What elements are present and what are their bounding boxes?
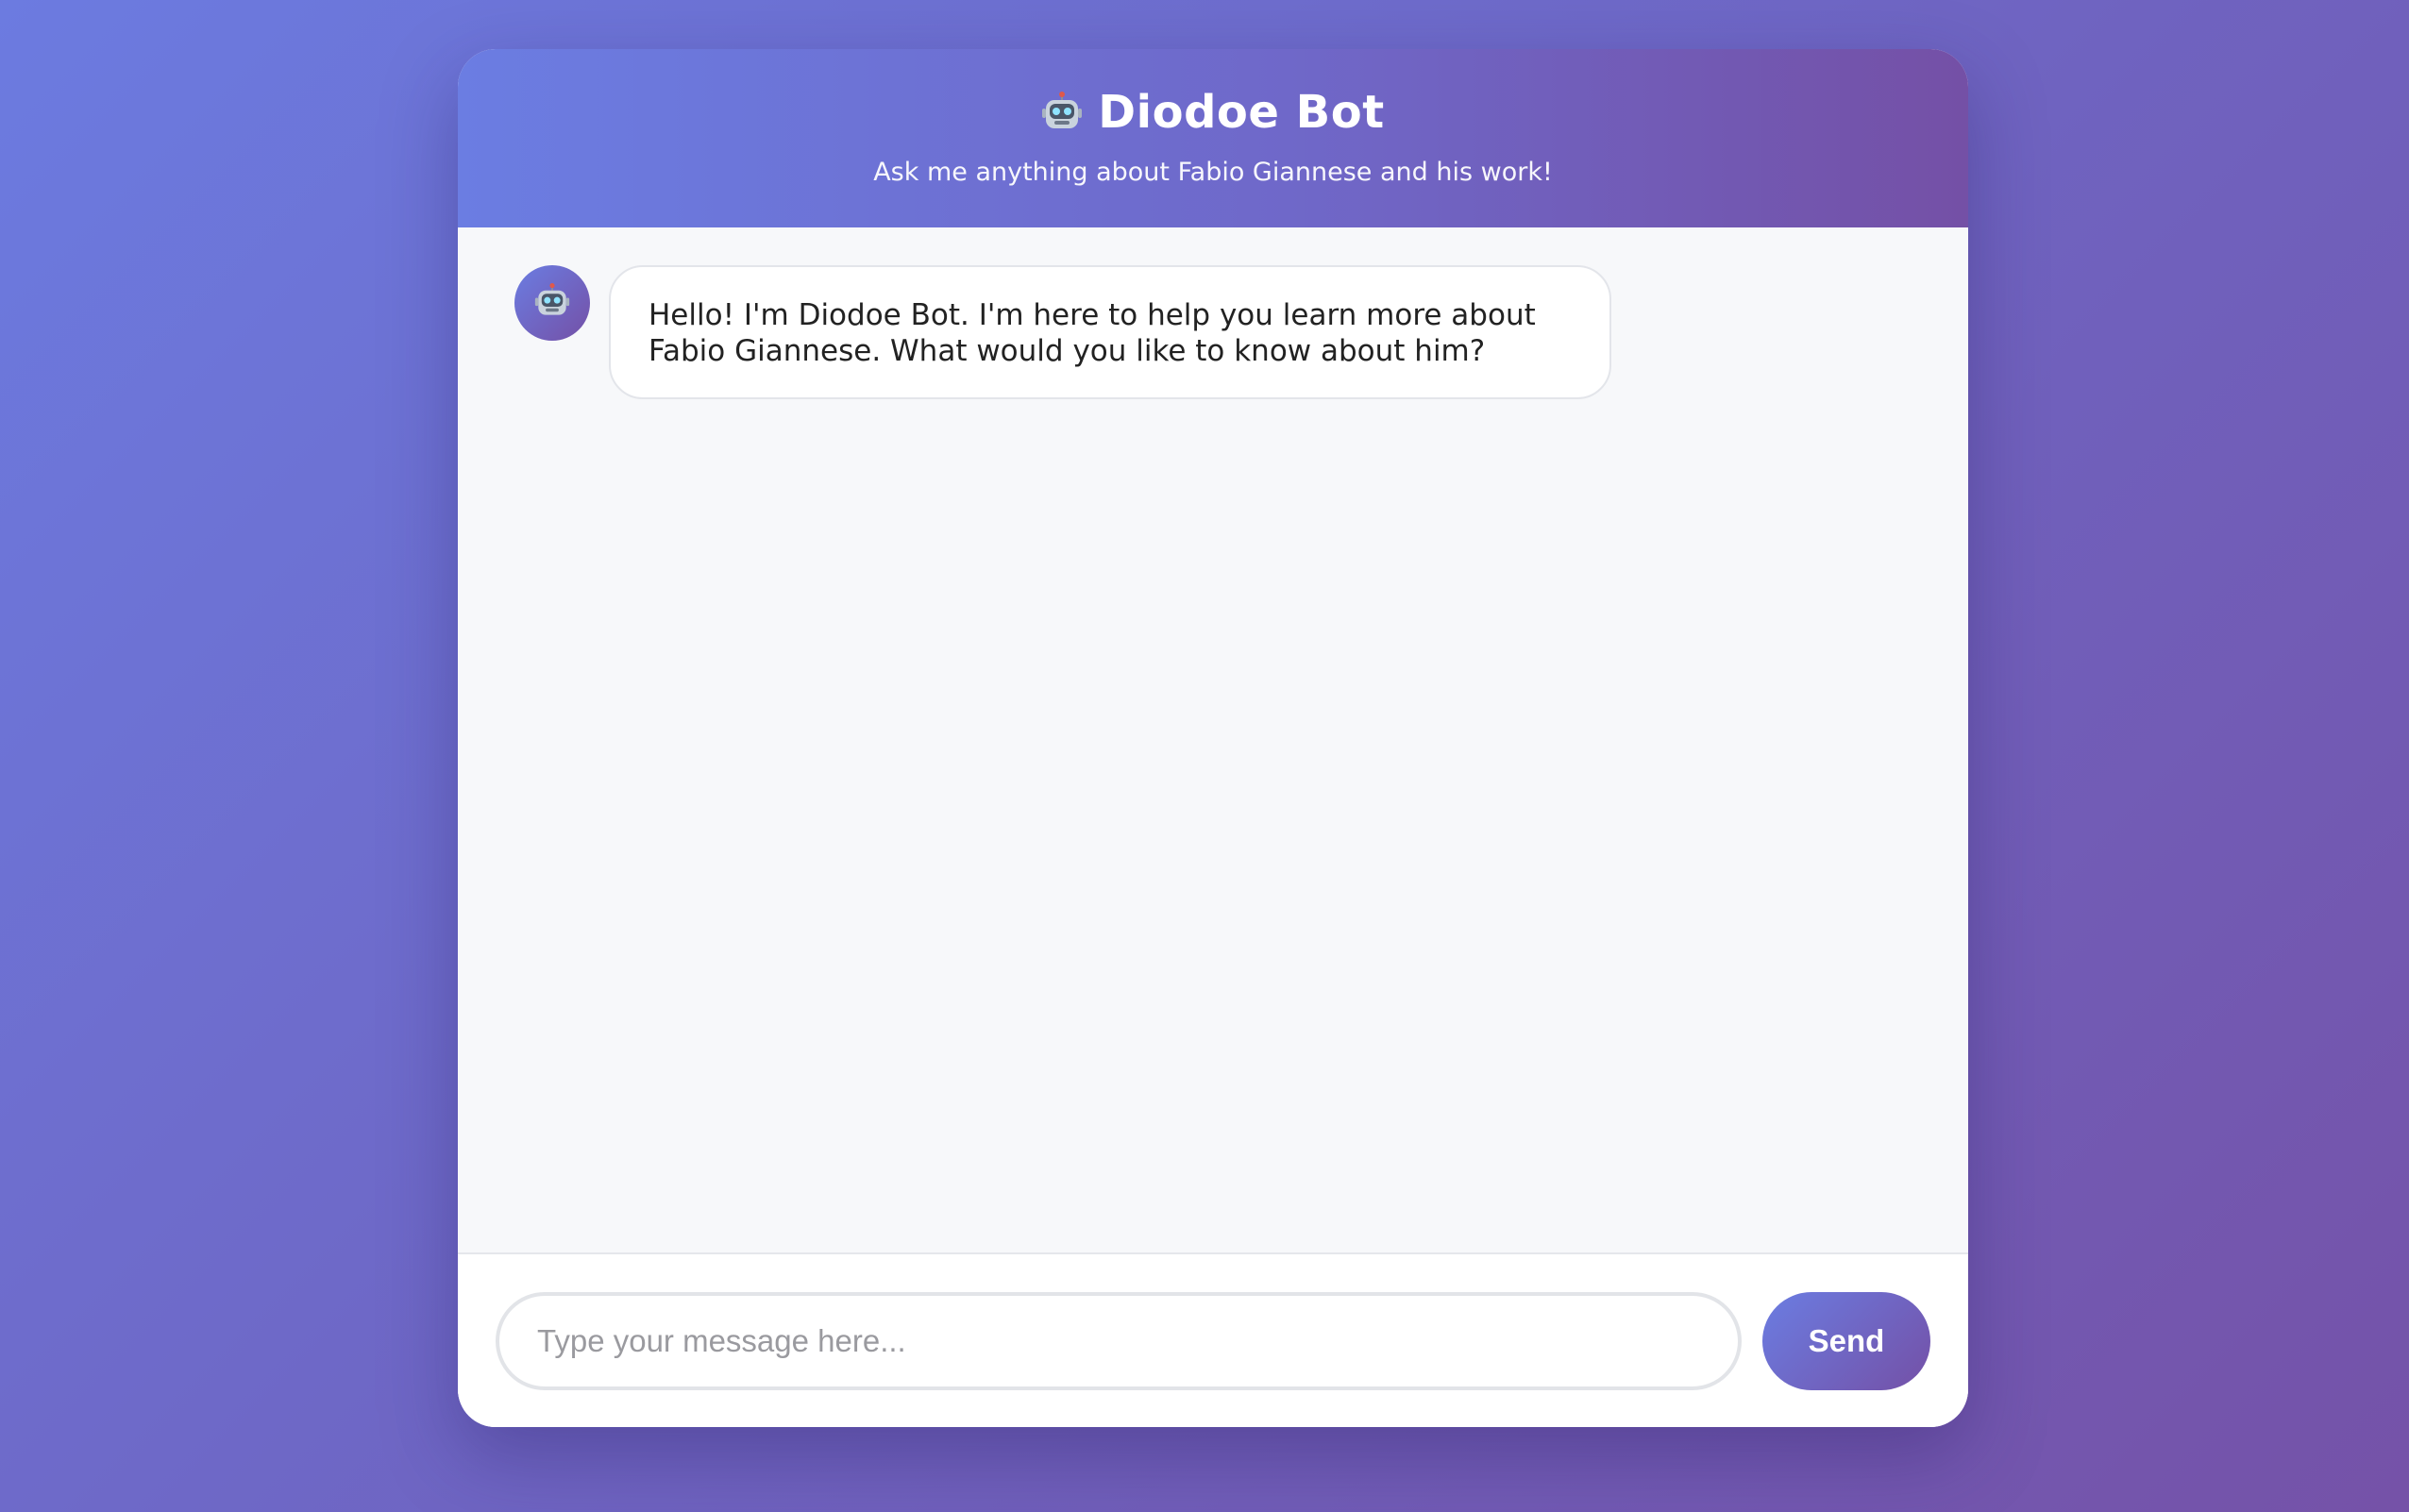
chat-window: Diodoe Bot Ask me anything about Fabio G… [458, 49, 1968, 1427]
title-row: Diodoe Bot [1041, 86, 1384, 139]
message-composer: Send [458, 1252, 1968, 1427]
message-list[interactable]: Hello! I'm Diodoe Bot. I'm here to help … [458, 227, 1968, 1252]
chat-header: Diodoe Bot Ask me anything about Fabio G… [458, 49, 1968, 227]
message-input[interactable] [496, 1291, 1742, 1390]
send-button[interactable]: Send [1762, 1291, 1930, 1390]
bot-message: Hello! I'm Diodoe Bot. I'm here to help … [514, 265, 1912, 399]
robot-icon [1041, 92, 1083, 133]
page-title: Diodoe Bot [1098, 86, 1385, 139]
page-subtitle: Ask me anything about Fabio Giannese and… [873, 158, 1553, 187]
bot-avatar [514, 265, 590, 341]
message-bubble: Hello! I'm Diodoe Bot. I'm here to help … [609, 265, 1611, 399]
robot-icon [534, 283, 570, 323]
